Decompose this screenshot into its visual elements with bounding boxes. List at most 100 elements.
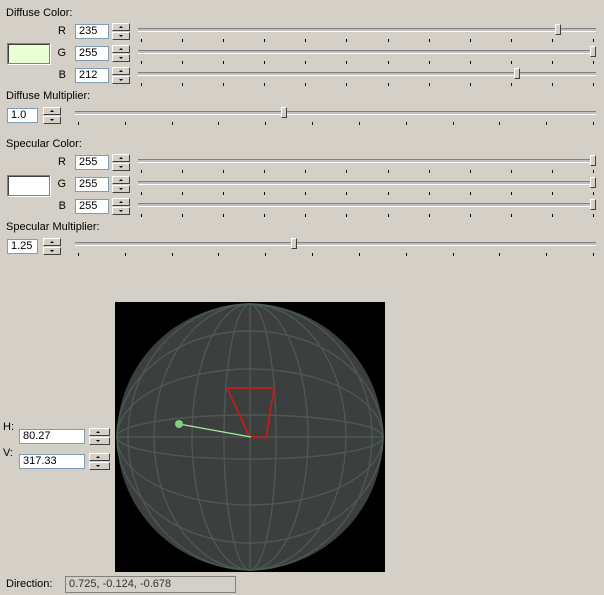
specular-multiplier-input[interactable]: 1.25 [7,239,38,254]
spin-down-icon[interactable] [89,462,110,470]
specular-b-input[interactable]: 255 [75,199,109,214]
slider-thumb[interactable] [281,107,287,118]
spin-down-icon[interactable] [112,207,130,215]
slider-tick [346,192,347,195]
diffuse-g-spinner[interactable] [112,45,130,62]
v-spinner[interactable] [89,453,110,470]
spin-down-icon[interactable] [43,116,61,124]
v-input[interactable]: 317.33 [19,454,85,469]
slider-thumb[interactable] [555,24,561,35]
slider-track[interactable] [138,28,596,32]
specular-g-input[interactable]: 255 [75,177,109,192]
slider-tick [552,170,553,173]
slider-thumb[interactable] [590,177,596,188]
slider-tick [470,192,471,195]
spin-up-icon[interactable] [112,23,130,31]
slider-tick [264,39,265,42]
diffuse-r-input[interactable]: 235 [75,24,109,39]
spin-down-icon[interactable] [112,76,130,84]
slider-tick [141,61,142,64]
slider-tick [429,83,430,86]
spin-up-icon[interactable] [89,453,110,461]
slider-tick [470,39,471,42]
spin-up-icon[interactable] [112,67,130,75]
slider-tick [182,83,183,86]
slider-tick [429,214,430,217]
diffuse-color-swatch[interactable] [7,43,50,64]
spin-up-icon[interactable] [43,238,61,246]
spin-up-icon[interactable] [112,154,130,162]
slider-tick [470,61,471,64]
spin-up-icon[interactable] [43,107,61,115]
slider-tick [305,39,306,42]
slider-tick [429,192,430,195]
diffuse-multiplier-spinner[interactable] [43,107,61,124]
spin-down-icon[interactable] [112,163,130,171]
slider-thumb[interactable] [590,155,596,166]
light-direction-sphere[interactable] [115,302,385,572]
light-position-handle[interactable] [175,420,183,428]
slider-tick [511,39,512,42]
slider-tick [141,214,142,217]
spin-up-icon[interactable] [112,198,130,206]
slider-thumb[interactable] [291,238,297,249]
slider-track[interactable] [75,111,596,115]
slider-track[interactable] [138,181,596,185]
slider-tick [593,83,594,86]
slider-track[interactable] [138,203,596,207]
slider-tick [346,61,347,64]
slider-tick [552,192,553,195]
diffuse-g-input[interactable]: 255 [75,46,109,61]
specular-b-spinner[interactable] [112,198,130,215]
slider-tick [264,61,265,64]
specular-g-spinner[interactable] [112,176,130,193]
slider-thumb[interactable] [590,199,596,210]
slider-track[interactable] [138,159,596,163]
slider-track[interactable] [75,242,596,246]
specular-multiplier-spinner[interactable] [43,238,61,255]
slider-tick [182,214,183,217]
slider-track[interactable] [138,50,596,54]
direction-label: Direction: [6,578,53,590]
diffuse-b-input[interactable]: 212 [75,68,109,83]
slider-tick [346,39,347,42]
slider-tick [453,122,454,125]
light-direction-sphere-panel[interactable] [115,302,385,572]
specular-color-swatch[interactable] [7,175,50,196]
spin-up-icon[interactable] [89,428,110,436]
spin-down-icon[interactable] [112,185,130,193]
slider-thumb[interactable] [514,68,520,79]
slider-tick [78,122,79,125]
slider-tick [388,39,389,42]
slider-tick [172,253,173,256]
slider-tick [511,61,512,64]
slider-tick [312,122,313,125]
spin-down-icon[interactable] [112,32,130,40]
slider-track[interactable] [138,72,596,76]
spin-down-icon[interactable] [43,247,61,255]
slider-tick [223,192,224,195]
h-spinner[interactable] [89,428,110,445]
diffuse-r-spinner[interactable] [112,23,130,40]
slider-tick [429,61,430,64]
diffuse-b-spinner[interactable] [112,67,130,84]
slider-thumb[interactable] [590,46,596,57]
slider-tick [552,61,553,64]
spin-down-icon[interactable] [89,437,110,445]
diffuse-r-label: R [58,25,66,37]
h-input[interactable]: 80.27 [19,429,85,444]
specular-r-input[interactable]: 255 [75,155,109,170]
slider-tick [305,61,306,64]
specular-r-spinner[interactable] [112,154,130,171]
slider-tick [499,122,500,125]
slider-tick [346,170,347,173]
slider-tick [470,83,471,86]
spin-up-icon[interactable] [112,45,130,53]
diffuse-multiplier-input[interactable]: 1.0 [7,108,38,123]
h-label: H: [3,421,14,433]
spin-up-icon[interactable] [112,176,130,184]
slider-tick [312,253,313,256]
slider-tick [388,214,389,217]
slider-tick [552,214,553,217]
spin-down-icon[interactable] [112,54,130,62]
